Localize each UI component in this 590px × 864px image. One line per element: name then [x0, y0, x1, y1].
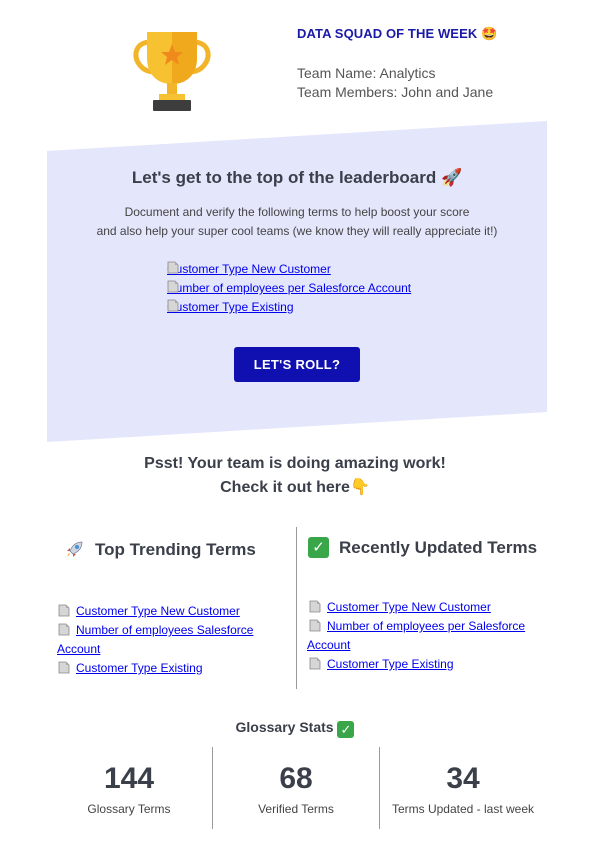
glossary-stats-title: Glossary Stats ✓: [0, 719, 590, 738]
updated-link-item: Customer Type Existing: [309, 655, 454, 674]
document-icon: [167, 299, 179, 312]
stat-terms-updated-label: Terms Updated - last week: [391, 802, 535, 816]
document-icon: [58, 604, 70, 617]
stat-terms-updated-value: 34: [446, 762, 480, 795]
banner-link-customer-type-existing[interactable]: Customer Type Existing: [167, 300, 294, 314]
banner-text-line2: and also help your super cool teams (we …: [96, 224, 498, 238]
document-icon: [309, 600, 321, 613]
stat-verified-terms-value: 68: [279, 762, 313, 795]
psst-line2: Check it out here👇: [220, 479, 370, 496]
check-icon: ✓: [308, 537, 329, 558]
team-members: Team Members: John and Jane: [297, 84, 494, 100]
lets-roll-button[interactable]: LET'S ROLL?: [234, 347, 360, 382]
recently-updated-heading: ✓ Recently Updated Terms: [308, 537, 537, 558]
updated-link-employees-cont[interactable]: Account: [307, 638, 350, 652]
team-name: Team Name: Analytics: [297, 65, 436, 81]
stat-glossary-terms-label: Glossary Terms: [87, 802, 171, 816]
top-trending-heading: Top Trending Terms: [64, 539, 256, 560]
banner-link-row: Number of employees per Salesforce Accou…: [167, 280, 411, 296]
document-icon: [309, 657, 321, 670]
document-icon: [167, 261, 179, 274]
column-divider: [296, 527, 297, 689]
stat-glossary-terms-value: 144: [103, 762, 155, 795]
document-icon: [58, 661, 70, 674]
document-icon: [58, 623, 70, 636]
squad-of-week-title: DATA SQUAD OF THE WEEK 🤩: [297, 26, 498, 41]
trending-link-item: Account: [57, 640, 100, 659]
banner-link-employees[interactable]: Number of employees per Salesforce Accou…: [167, 281, 411, 295]
banner-link-row: Customer Type New Customer: [167, 261, 331, 277]
trending-link-item: Customer Type New Customer: [58, 602, 240, 621]
trending-link-employees-cont[interactable]: Account: [57, 642, 100, 656]
psst-line1: Psst! Your team is doing amazing work!: [144, 455, 446, 472]
banner-title: Let's get to the top of the leaderboard …: [131, 168, 463, 187]
check-icon: ✓: [337, 721, 355, 738]
stat-verified-terms-label: Verified Terms: [258, 802, 334, 816]
updated-link-item: Customer Type New Customer: [309, 598, 491, 617]
updated-link-employees[interactable]: Number of employees per Salesforce: [327, 619, 525, 633]
trending-link-item: Customer Type Existing: [58, 659, 203, 678]
leaderboard-banner: Let's get to the top of the leaderboard …: [47, 121, 547, 442]
trending-link-employees[interactable]: Number of employees Salesforce: [76, 623, 253, 637]
trending-link-item: Number of employees Salesforce: [58, 621, 253, 640]
trending-link-customer-type-new[interactable]: Customer Type New Customer: [76, 604, 240, 618]
banner-link-row: Customer Type Existing: [167, 299, 294, 315]
updated-link-item: Number of employees per Salesforce: [309, 617, 525, 636]
banner-text-line1: Document and verify the following terms …: [124, 205, 470, 219]
trending-link-customer-type-existing[interactable]: Customer Type Existing: [76, 661, 203, 675]
updated-link-item: Account: [307, 636, 350, 655]
banner-link-customer-type-new[interactable]: Customer Type New Customer: [167, 262, 331, 276]
pointing-down-icon: 👇: [349, 479, 370, 496]
trophy-icon: [133, 32, 211, 111]
document-icon: [309, 619, 321, 632]
updated-link-customer-type-existing[interactable]: Customer Type Existing: [327, 657, 454, 671]
rocket-icon: [67, 541, 83, 557]
document-icon: [167, 280, 179, 293]
updated-link-customer-type-new[interactable]: Customer Type New Customer: [327, 600, 491, 614]
